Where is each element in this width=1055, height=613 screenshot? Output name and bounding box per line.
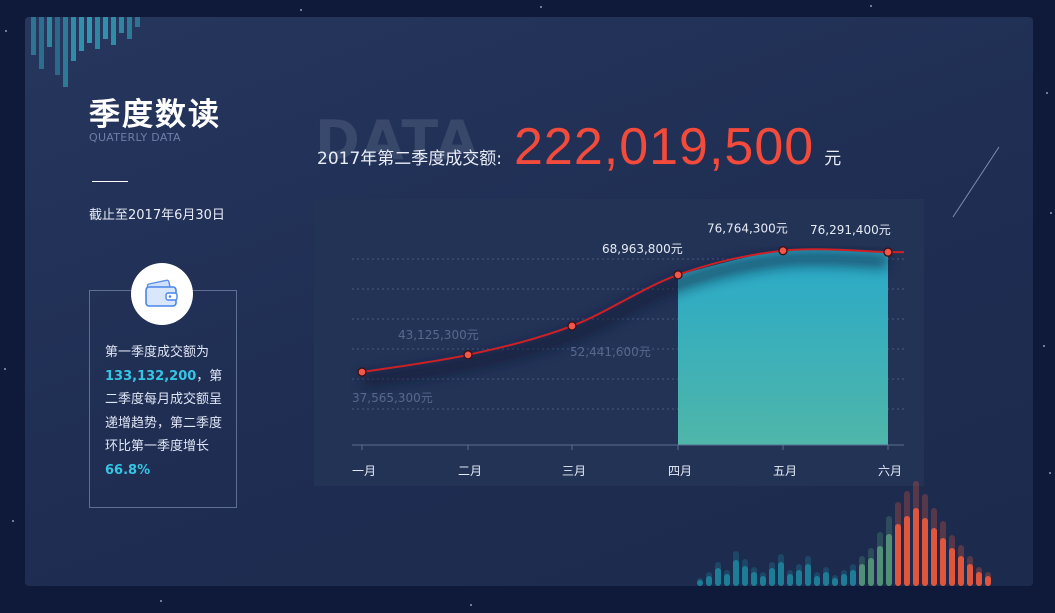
spectrum-bar (814, 576, 820, 586)
spectrum-bar (967, 564, 973, 586)
spectrum-bar (760, 576, 766, 586)
decorative-spectrum (697, 481, 991, 586)
spectrum-bar (796, 570, 802, 586)
spectrum-bar (850, 570, 856, 586)
spectrum-bar (787, 574, 793, 586)
spectrum-bar (805, 564, 811, 586)
spectrum-bar (949, 548, 955, 586)
spectrum-bar (706, 576, 712, 586)
spectrum-bar (904, 516, 910, 586)
spectrum-bar (733, 560, 739, 586)
spectrum-bar (868, 558, 874, 586)
spectrum-bar (886, 534, 892, 586)
spectrum-bar (859, 564, 865, 586)
spectrum-bar (895, 524, 901, 586)
spectrum-bar (976, 572, 982, 586)
spectrum-bar (742, 566, 748, 586)
spectrum-bar (985, 576, 991, 586)
spectrum-bar (931, 528, 937, 586)
spectrum-bar (778, 562, 784, 586)
spectrum-bar (877, 546, 883, 586)
spectrum-bar (769, 568, 775, 586)
spectrum-bar (922, 518, 928, 586)
spectrum-bar (913, 508, 919, 586)
spectrum-bar (823, 572, 829, 586)
spectrum-bar (715, 568, 721, 586)
spectrum-bar (751, 572, 757, 586)
spectrum-bar (724, 574, 730, 586)
spectrum-bar (832, 578, 838, 586)
summary-card: 季度数读 QUATERLY DATA 截止至2017年6月30日 第一季度成交额… (25, 17, 1033, 586)
spectrum-bar (940, 538, 946, 586)
spectrum-bar (841, 574, 847, 586)
spectrum-bar (958, 556, 964, 586)
spectrum-bar (697, 580, 703, 586)
